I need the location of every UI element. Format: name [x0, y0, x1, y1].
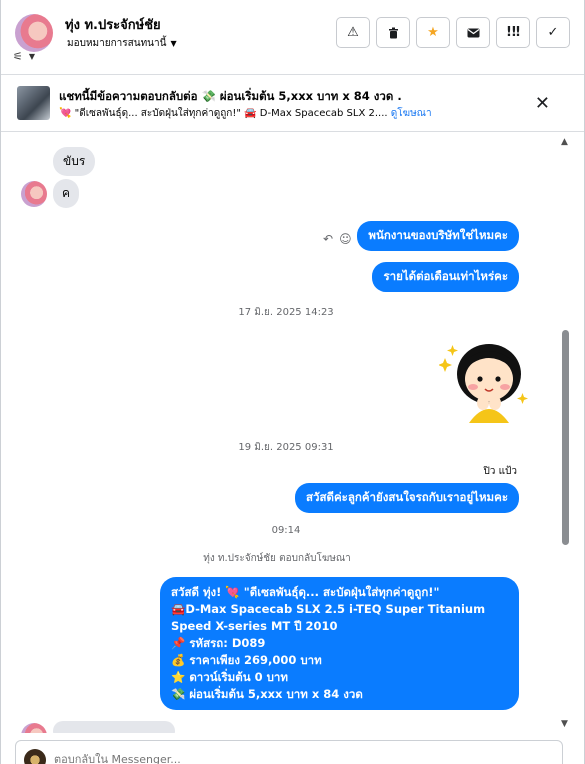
assign-dropdown[interactable]: มอบหมายการสนทนานี้ ▼ — [67, 36, 177, 51]
star-icon: ★ — [427, 25, 439, 40]
ad-reply-line: สวัสดี ทุ่ง! 💘 "ดีเซลพันธุ์ดุ... สะบัดฝุ… — [171, 585, 440, 599]
banner-subtitle: 💘 "ดีเซลพันธุ์ดุ... สะบัดฝุ่นใส่ทุกค่าดู… — [59, 106, 432, 121]
close-icon[interactable]: ✕ — [535, 93, 550, 114]
banner-title: แชทนี้มีข้อความตอบกลับต่อ 💸 ผ่อนเริ่มต้น… — [59, 89, 402, 103]
ad-reply-line: 💸 ผ่อนเริ่มต้น 5,xxx บาท x 84 งวด — [171, 687, 363, 701]
header-actions: ⚠ ★ !‼ ✓ — [336, 17, 570, 48]
trash-icon — [388, 27, 398, 38]
scroll-down-arrow-icon[interactable]: ▼ — [561, 719, 568, 729]
incoming-message-partial — [53, 721, 175, 733]
ad-reply-line: ⭐ ดาวน์เริ่มต้น 0 บาท — [171, 670, 288, 684]
follow-up-icon: !‼ — [505, 25, 521, 40]
filter-dropdown[interactable]: ⚟ ▼ — [13, 50, 35, 63]
mark-unread-button[interactable] — [456, 17, 490, 48]
warning-icon: ⚠ — [347, 25, 359, 40]
contact-name[interactable]: ทุ่ง ท.ประจักษ์ชัย — [65, 14, 161, 35]
message-thread: ขับร ค ↶ ☺ พนักงานของบริษัทใช่ไหมคะ รายไ… — [1, 133, 571, 733]
ad-reply-message: สวัสดี ทุ่ง! 💘 "ดีเซลพันธุ์ดุ... สะบัดฝุ… — [160, 577, 519, 710]
scroll-up-arrow-icon[interactable]: ▲ — [561, 137, 568, 147]
delete-button[interactable] — [376, 17, 410, 48]
replied-to-ad-label: ทุ่ง ท.ประจักษ์ชัย ตอบกลับโฆษณา — [203, 553, 351, 564]
timestamp: 19 มิ.ย. 2025 09:31 — [238, 442, 334, 453]
scrollbar-thumb[interactable] — [562, 330, 569, 545]
envelope-icon — [467, 28, 479, 37]
outgoing-message: รายได้ต่อเดือนเท่าไหร่คะ — [372, 262, 519, 292]
sticker-girl-image — [439, 344, 528, 423]
contact-avatar-small — [21, 181, 47, 207]
incoming-message: ค — [53, 179, 80, 208]
reply-icon[interactable]: ↶ — [323, 232, 333, 246]
spam-button[interactable]: ⚠ — [336, 17, 370, 48]
sliders-icon: ⚟ — [13, 50, 23, 63]
emoji-icon[interactable]: ☺ — [339, 232, 352, 246]
message-tools: ↶ ☺ — [323, 232, 352, 246]
timestamp: 17 มิ.ย. 2025 14:23 — [238, 307, 334, 318]
ad-reply-line: 🚘D-Max Spacecab SLX 2.5 i-TEQ Super Tita… — [171, 602, 486, 633]
reply-composer — [15, 740, 563, 764]
done-button[interactable]: ✓ — [536, 17, 570, 48]
conversation-header: ทุ่ง ท.ประจักษ์ชัย มอบหมายการสนทนานี้ ▼ … — [1, 0, 584, 70]
incoming-message: ขับร — [53, 147, 96, 176]
follow-up-button[interactable]: !‼ — [496, 17, 530, 48]
chevron-down-icon: ▼ — [170, 39, 177, 48]
reply-input[interactable] — [54, 753, 534, 764]
outgoing-message: พนักงานของบริษัทใช่ไหมคะ — [357, 221, 519, 251]
ad-reply-line: 💰 ราคาเพียง 269,000 บาท — [171, 653, 322, 667]
outgoing-message: สวัสดีค่ะลูกค้ายังสนใจรถกับเราอยู่ไหมคะ — [294, 483, 519, 513]
seen-by-label: ปิว แป้ว — [483, 466, 517, 477]
page-avatar — [24, 749, 46, 764]
conversation-panel: ทุ่ง ท.ประจักษ์ชัย มอบหมายการสนทนานี้ ▼ … — [0, 0, 585, 764]
check-icon: ✓ — [547, 25, 559, 40]
ad-reply-line: 📌 รหัสรถ: D089 — [171, 636, 266, 650]
timestamp: 09:14 — [271, 525, 301, 536]
assign-label: มอบหมายการสนทนานี้ — [67, 38, 167, 49]
chevron-down-icon: ▼ — [28, 52, 36, 61]
ad-reply-banner[interactable]: แชทนี้มีข้อความตอบกลับต่อ 💸 ผ่อนเริ่มต้น… — [1, 74, 584, 132]
scrollbar[interactable]: ▲ ▼ — [560, 133, 572, 733]
star-button[interactable]: ★ — [416, 17, 450, 48]
banner-subtitle-text: 💘 "ดีเซลพันธุ์ดุ... สะบัดฝุ่นใส่ทุกค่าดู… — [59, 108, 388, 119]
ad-thumbnail — [17, 86, 50, 120]
view-ad-link[interactable]: ดูโฆษณา — [391, 108, 432, 119]
contact-avatar[interactable] — [15, 14, 53, 52]
contact-avatar-small — [21, 723, 47, 733]
